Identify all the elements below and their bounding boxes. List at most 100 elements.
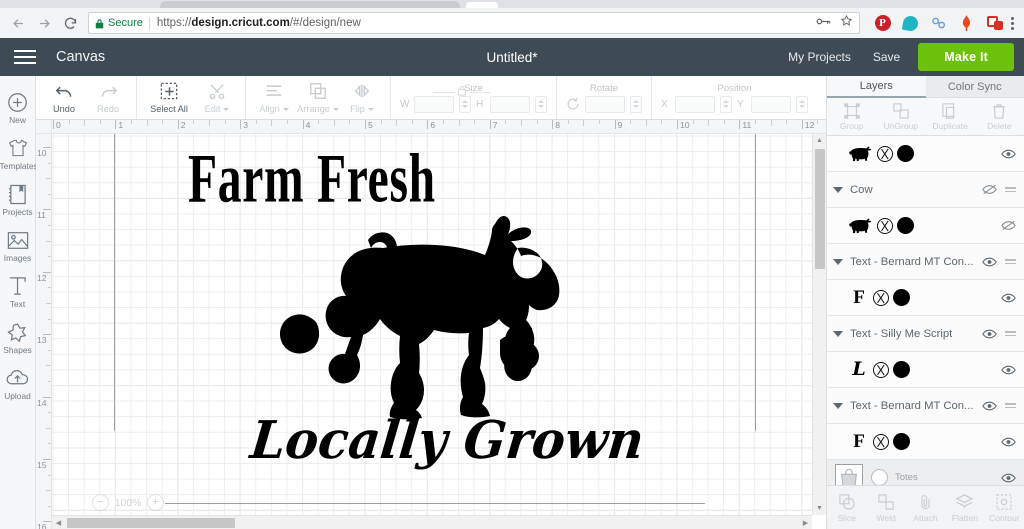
sidebar-item-projects[interactable]: Projects bbox=[0, 176, 36, 222]
visibility-eye-icon[interactable] bbox=[1001, 293, 1016, 303]
x-input[interactable] bbox=[675, 95, 715, 113]
group-button[interactable]: Group bbox=[827, 103, 876, 131]
layer-color-swatch[interactable] bbox=[893, 289, 910, 306]
visibility-eye-icon[interactable] bbox=[1001, 437, 1016, 447]
omnibox[interactable]: Secure https://design.cricut.com/#/desig… bbox=[88, 12, 860, 34]
tab-color-sync[interactable]: Color Sync bbox=[925, 76, 1024, 98]
flatten-button[interactable]: Flatten bbox=[945, 493, 984, 523]
visibility-eye-icon[interactable] bbox=[1001, 473, 1016, 483]
horizontal-scroll-track[interactable] bbox=[65, 516, 799, 529]
layers-list[interactable]: Cow Text - Bernard MT Con... F Text - Si… bbox=[827, 136, 1024, 485]
arrange-button[interactable]: Arrange bbox=[296, 81, 340, 114]
y-stepper[interactable] bbox=[796, 95, 808, 113]
headline-text[interactable]: Farm Fresh bbox=[188, 139, 436, 220]
layer-row[interactable] bbox=[827, 136, 1024, 172]
layer-color-swatch[interactable] bbox=[897, 217, 914, 234]
rotate-input[interactable] bbox=[585, 95, 625, 113]
layer-color-swatch[interactable] bbox=[893, 433, 910, 450]
layer-color-swatch[interactable] bbox=[893, 361, 910, 378]
my-projects-button[interactable]: My Projects bbox=[777, 50, 862, 64]
y-input[interactable] bbox=[751, 95, 791, 113]
scroll-up-arrow[interactable]: ▲ bbox=[816, 134, 823, 147]
layer-row[interactable]: L bbox=[827, 352, 1024, 388]
slice-button[interactable]: Slice bbox=[827, 493, 866, 523]
undo-button[interactable]: Undo bbox=[42, 81, 86, 114]
reload-icon[interactable] bbox=[58, 11, 82, 35]
vertical-scroll-track[interactable] bbox=[813, 147, 827, 502]
scroll-down-arrow[interactable]: ▼ bbox=[816, 502, 823, 515]
rotate-stepper[interactable] bbox=[630, 95, 642, 113]
vertical-scrollbar[interactable]: ▲ ▼ bbox=[812, 134, 826, 515]
pinterest-extension-icon[interactable]: P bbox=[874, 15, 891, 32]
layer-row[interactable]: Cow bbox=[827, 172, 1024, 208]
horizontal-scrollbar[interactable]: ◀ ▶ bbox=[52, 515, 812, 529]
duplicate-button[interactable]: Duplicate bbox=[926, 103, 975, 131]
password-key-icon[interactable] bbox=[816, 14, 831, 32]
drag-handle-icon[interactable] bbox=[1005, 402, 1016, 409]
layer-row[interactable]: Text - Bernard MT Con... bbox=[827, 388, 1024, 424]
zoom-out-button[interactable]: − bbox=[92, 494, 109, 511]
vertical-scroll-thumb[interactable] bbox=[814, 149, 825, 269]
layer-color-swatch[interactable] bbox=[897, 145, 914, 162]
chevron-down-icon[interactable] bbox=[833, 402, 843, 409]
layer-row[interactable]: F bbox=[827, 424, 1024, 460]
visibility-eye-icon[interactable] bbox=[982, 329, 997, 339]
horizontal-scroll-thumb[interactable] bbox=[67, 517, 235, 528]
sidebar-item-upload[interactable]: Upload bbox=[0, 360, 36, 406]
script-text[interactable]: Locally Grown bbox=[248, 410, 647, 471]
layer-row-mat[interactable]: Totes bbox=[827, 460, 1024, 485]
save-button[interactable]: Save bbox=[862, 50, 911, 64]
flame-extension-icon[interactable] bbox=[958, 15, 975, 32]
bookmark-star-icon[interactable] bbox=[840, 14, 853, 32]
forward-arrow-icon[interactable] bbox=[32, 11, 56, 35]
canvas-grid[interactable]: Farm Fresh Locally Grown bbox=[52, 134, 812, 515]
layer-row[interactable]: Text - Bernard MT Con... bbox=[827, 244, 1024, 280]
window-extension-icon[interactable] bbox=[986, 15, 1003, 32]
delete-button[interactable]: Delete bbox=[975, 103, 1024, 131]
chevron-down-icon[interactable] bbox=[833, 186, 843, 193]
chevron-down-icon[interactable] bbox=[833, 258, 843, 265]
new-tab-button[interactable] bbox=[466, 2, 498, 8]
align-button[interactable]: Align bbox=[252, 81, 296, 114]
x-stepper[interactable] bbox=[720, 95, 732, 113]
cow-silhouette[interactable] bbox=[252, 212, 592, 427]
scroll-left-arrow[interactable]: ◀ bbox=[52, 519, 65, 527]
layer-row[interactable]: F bbox=[827, 280, 1024, 316]
back-arrow-icon[interactable] bbox=[6, 11, 30, 35]
mat-color-swatch[interactable] bbox=[871, 469, 888, 485]
select-all-button[interactable]: Select All bbox=[143, 81, 195, 114]
height-stepper[interactable] bbox=[535, 95, 547, 113]
weld-button[interactable]: Weld bbox=[866, 493, 905, 523]
layer-row[interactable]: Text - Silly Me Script bbox=[827, 316, 1024, 352]
sidebar-item-new[interactable]: New bbox=[0, 84, 36, 130]
drag-handle-icon[interactable] bbox=[1005, 258, 1016, 265]
drag-handle-icon[interactable] bbox=[1005, 330, 1016, 337]
visibility-eye-icon[interactable] bbox=[1001, 149, 1016, 159]
layer-row[interactable] bbox=[827, 208, 1024, 244]
flip-button[interactable]: Flip bbox=[340, 81, 384, 114]
chevron-down-icon[interactable] bbox=[833, 330, 843, 337]
sidebar-item-images[interactable]: Images bbox=[0, 222, 36, 268]
scroll-right-arrow[interactable]: ▶ bbox=[799, 519, 812, 527]
sidebar-item-templates[interactable]: Templates bbox=[0, 130, 38, 176]
hamburger-menu-icon[interactable] bbox=[14, 50, 36, 64]
sidebar-item-shapes[interactable]: Shapes bbox=[0, 314, 36, 360]
make-it-button[interactable]: Make It bbox=[918, 43, 1014, 71]
visibility-eye-icon[interactable] bbox=[1001, 365, 1016, 375]
visibility-eye-off-icon[interactable] bbox=[982, 184, 997, 195]
visibility-eye-icon[interactable] bbox=[982, 401, 997, 411]
zoom-in-button[interactable]: + bbox=[147, 494, 164, 511]
pocket-extension-icon[interactable] bbox=[901, 14, 920, 32]
visibility-eye-off-icon[interactable] bbox=[1001, 220, 1016, 231]
sidebar-item-text[interactable]: Text bbox=[0, 268, 36, 314]
redo-button[interactable]: Redo bbox=[86, 81, 130, 114]
tab-layers[interactable]: Layers bbox=[827, 76, 926, 98]
design-canvas[interactable]: 0 1 2 3 4 5 6 7 8 9 10 11 12 10 11 12 13 14 15 16 Farm Fre… bbox=[36, 120, 826, 529]
browser-tab[interactable] bbox=[160, 1, 460, 8]
edit-button[interactable]: Edit bbox=[195, 81, 239, 114]
drag-handle-icon[interactable] bbox=[1005, 186, 1016, 193]
link-extension-icon[interactable] bbox=[930, 15, 947, 32]
height-input[interactable] bbox=[490, 95, 530, 113]
ungroup-button[interactable]: UnGroup bbox=[876, 103, 925, 131]
aspect-lock-icon[interactable] bbox=[457, 83, 467, 101]
